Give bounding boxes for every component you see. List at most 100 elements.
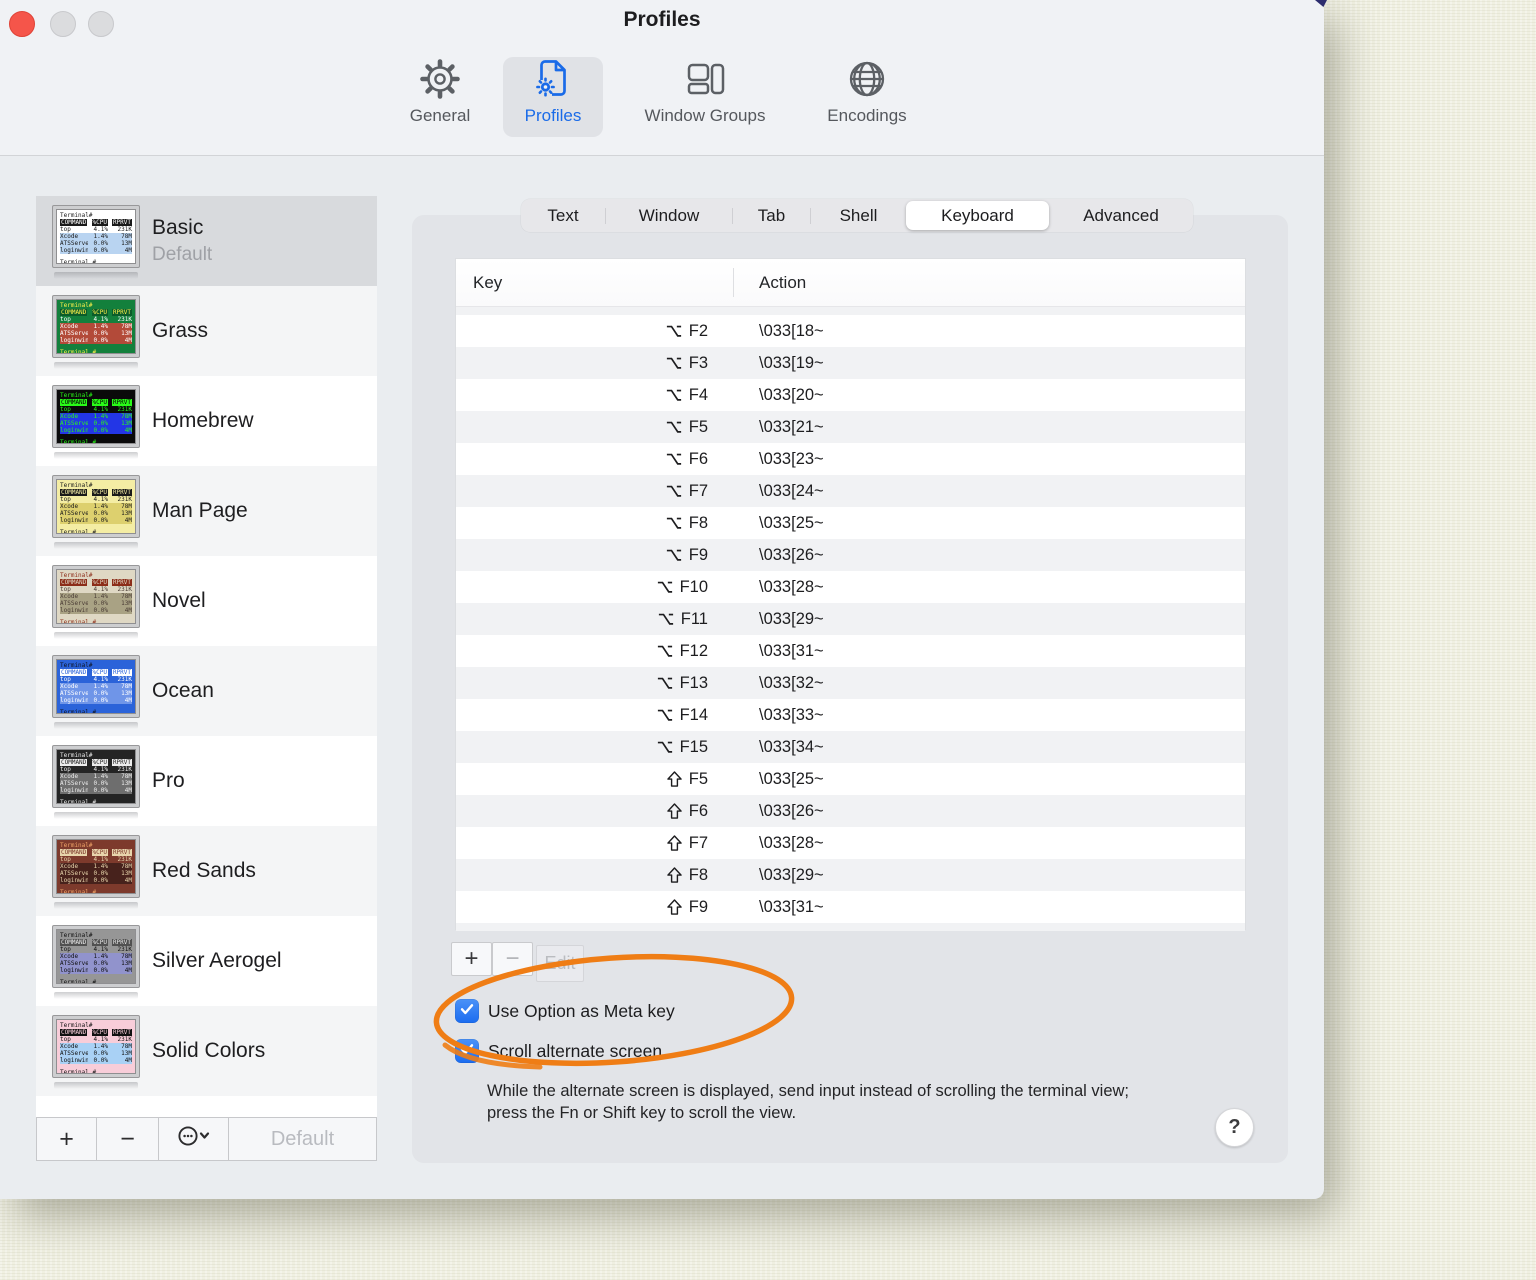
profile-thumbnail: Terminal# COMMAND %CPU RPRVT top 4.1% 231K Xcod… (52, 295, 140, 358)
profile-thumbnail: Terminal# COMMAND %CPU RPRVT top 4.1% 231K Xcod… (52, 205, 140, 268)
profile-row-homebrew[interactable]: Terminal# COMMAND %CPU RPRVT top 4.1% 231K Xcod… (36, 376, 377, 466)
key-mapping-row[interactable]: F7 \033[28~ (456, 827, 1245, 859)
profile-row-novel[interactable]: Terminal# COMMAND %CPU RPRVT top 4.1% 231K Xcod… (36, 556, 377, 646)
window-title: Profiles (623, 8, 701, 31)
key-name: F6 (688, 801, 708, 820)
key-mapping-row[interactable]: F8 \033[25~ (456, 507, 1245, 539)
toolbar-item-profiles[interactable]: Profiles (473, 54, 633, 140)
set-default-button[interactable]: Default (229, 1118, 376, 1160)
key-mapping-row[interactable]: F5 \033[21~ (456, 411, 1245, 443)
key-mapping-row[interactable]: F7 \033[24~ (456, 475, 1245, 507)
profile-row-ocean[interactable]: Terminal# COMMAND %CPU RPRVT top 4.1% 231K Xcod… (36, 646, 377, 736)
shift-key-icon (666, 803, 682, 819)
table-header: Key Action (456, 259, 1245, 307)
table-body: F2 \033[18~ F3 \033[19~ F4 \033[20~ F5 \033[21~… (456, 307, 1245, 931)
option-key-icon (666, 420, 682, 434)
key-mapping-row[interactable]: F10 \033[28~ (456, 571, 1245, 603)
tab-tab[interactable]: Tab (733, 199, 810, 232)
key-mapping-row[interactable]: F14 \033[33~ (456, 699, 1245, 731)
profile-row-basic[interactable]: Terminal# COMMAND %CPU RPRVT top 4.1% 231K Xcod… (36, 196, 377, 286)
option-key-icon (657, 676, 673, 690)
key-mapping-row[interactable]: F5 \033[25~ (456, 763, 1245, 795)
profile-name: Silver Aerogel (152, 949, 282, 972)
help-button[interactable]: ? (1215, 1108, 1254, 1147)
thumbnail-reflection (54, 812, 138, 819)
profile-thumbnail: Terminal# COMMAND %CPU RPRVT top 4.1% 231K Xcod… (52, 475, 140, 538)
shift-key-icon (666, 867, 682, 883)
thumbnail-reflection (54, 992, 138, 999)
tab-text[interactable]: Text (521, 199, 605, 232)
key-mapping-row[interactable]: F8 \033[29~ (456, 859, 1245, 891)
key-mapping-row[interactable]: F12 \033[31~ (456, 635, 1245, 667)
key-mapping-row[interactable]: F15 \033[34~ (456, 731, 1245, 763)
scroll-alternate-screen-checkbox[interactable] (455, 1039, 479, 1063)
option-key-icon (666, 356, 682, 370)
toolbar-item-encodings[interactable]: Encodings (787, 54, 947, 140)
key-mapping-row[interactable]: F6 \033[26~ (456, 795, 1245, 827)
key-name: F12 (679, 641, 708, 660)
option-key-icon (666, 389, 681, 401)
key-name: F3 (688, 353, 708, 372)
key-name: F6 (688, 449, 708, 468)
profile-row-grass[interactable]: Terminal# COMMAND %CPU RPRVT top 4.1% 231K Xcod… (36, 286, 377, 376)
edit-key-mapping-button[interactable]: Edit (536, 945, 584, 982)
key-name: F4 (688, 385, 708, 404)
profile-name: Solid Colors (152, 1039, 266, 1062)
tab-keyboard[interactable]: Keyboard (906, 201, 1049, 230)
tab-advanced[interactable]: Advanced (1049, 199, 1193, 232)
key-mapping-row[interactable]: F6 \033[23~ (456, 443, 1245, 475)
profiles-document-icon (530, 54, 576, 104)
shift-key-icon (666, 835, 682, 851)
option-key-icon (666, 484, 682, 498)
toolbar-label: Profiles (524, 106, 582, 125)
add-key-mapping-button[interactable]: + (451, 942, 492, 976)
add-profile-button[interactable]: + (37, 1118, 97, 1160)
profile-row-silver-aerogel[interactable]: Terminal# COMMAND %CPU RPRVT top 4.1% 231K Xcod… (36, 916, 377, 1006)
key-mapping-row[interactable]: F3 \033[19~ (456, 347, 1245, 379)
key-mapping-row[interactable]: F9 \033[26~ (456, 539, 1245, 571)
use-option-as-meta-checkbox[interactable] (455, 999, 479, 1023)
key-mapping-row[interactable]: F9 \033[31~ (456, 891, 1245, 923)
profile-thumbnail: Terminal# COMMAND %CPU RPRVT top 4.1% 231K Xcod… (52, 565, 140, 628)
profile-name: Homebrew (152, 409, 254, 432)
remove-profile-button[interactable]: − (97, 1118, 159, 1160)
globe-icon (844, 54, 890, 104)
option-key-icon (666, 549, 681, 561)
action-value: \033[33~ (759, 705, 824, 724)
key-mapping-row[interactable]: F13 \033[32~ (456, 667, 1245, 699)
thumbnail-reflection (54, 902, 138, 909)
key-name: F13 (679, 673, 708, 692)
profile-label: Basic Default (152, 196, 212, 286)
profile-subtitle: Default (152, 244, 213, 265)
action-value: \033[34~ (759, 737, 824, 756)
more-options-button[interactable] (159, 1118, 229, 1160)
action-value: \033[20~ (759, 385, 824, 404)
key-name: F5 (688, 769, 708, 788)
key-name: F15 (679, 737, 708, 756)
key-name: F5 (688, 417, 708, 436)
option-key-icon (666, 517, 681, 529)
checkmark-icon (459, 1001, 475, 1022)
profile-row-pro[interactable]: Terminal# COMMAND %CPU RPRVT top 4.1% 231K Xcod… (36, 736, 377, 826)
tab-window[interactable]: Window (606, 199, 732, 232)
toolbar-label: Encodings (827, 106, 907, 125)
option-key-icon (658, 612, 674, 626)
profile-name: Man Page (152, 499, 248, 522)
tab-shell[interactable]: Shell (811, 199, 906, 232)
option-key-icon (657, 741, 672, 753)
key-name: F2 (688, 321, 708, 340)
toolbar-item-window-groups[interactable]: Window Groups (625, 54, 785, 140)
settings-tab-bar: Text Window Tab Shell Keyboard Advanced (521, 199, 1193, 232)
checkbox-label: Use Option as Meta key (488, 1000, 675, 1021)
key-name: F11 (680, 609, 708, 628)
option-key-icon (666, 324, 682, 338)
profile-row-solid-colors[interactable]: Terminal# COMMAND %CPU RPRVT top 4.1% 231K Xcod… (36, 1006, 377, 1096)
profile-row-man-page[interactable]: Terminal# COMMAND %CPU RPRVT top 4.1% 231K Xcod… (36, 466, 377, 556)
key-mapping-row[interactable]: F2 \033[18~ (456, 315, 1245, 347)
profile-thumbnail: Terminal# COMMAND %CPU RPRVT top 4.1% 231K Xcod… (52, 385, 140, 448)
key-mapping-row[interactable]: F4 \033[20~ (456, 379, 1245, 411)
remove-key-mapping-button[interactable]: − (492, 942, 533, 976)
key-mapping-row[interactable]: F11 \033[29~ (456, 603, 1245, 635)
profile-label: Ocean (152, 646, 214, 736)
profile-row-red-sands[interactable]: Terminal# COMMAND %CPU RPRVT top 4.1% 231K Xcod… (36, 826, 377, 916)
